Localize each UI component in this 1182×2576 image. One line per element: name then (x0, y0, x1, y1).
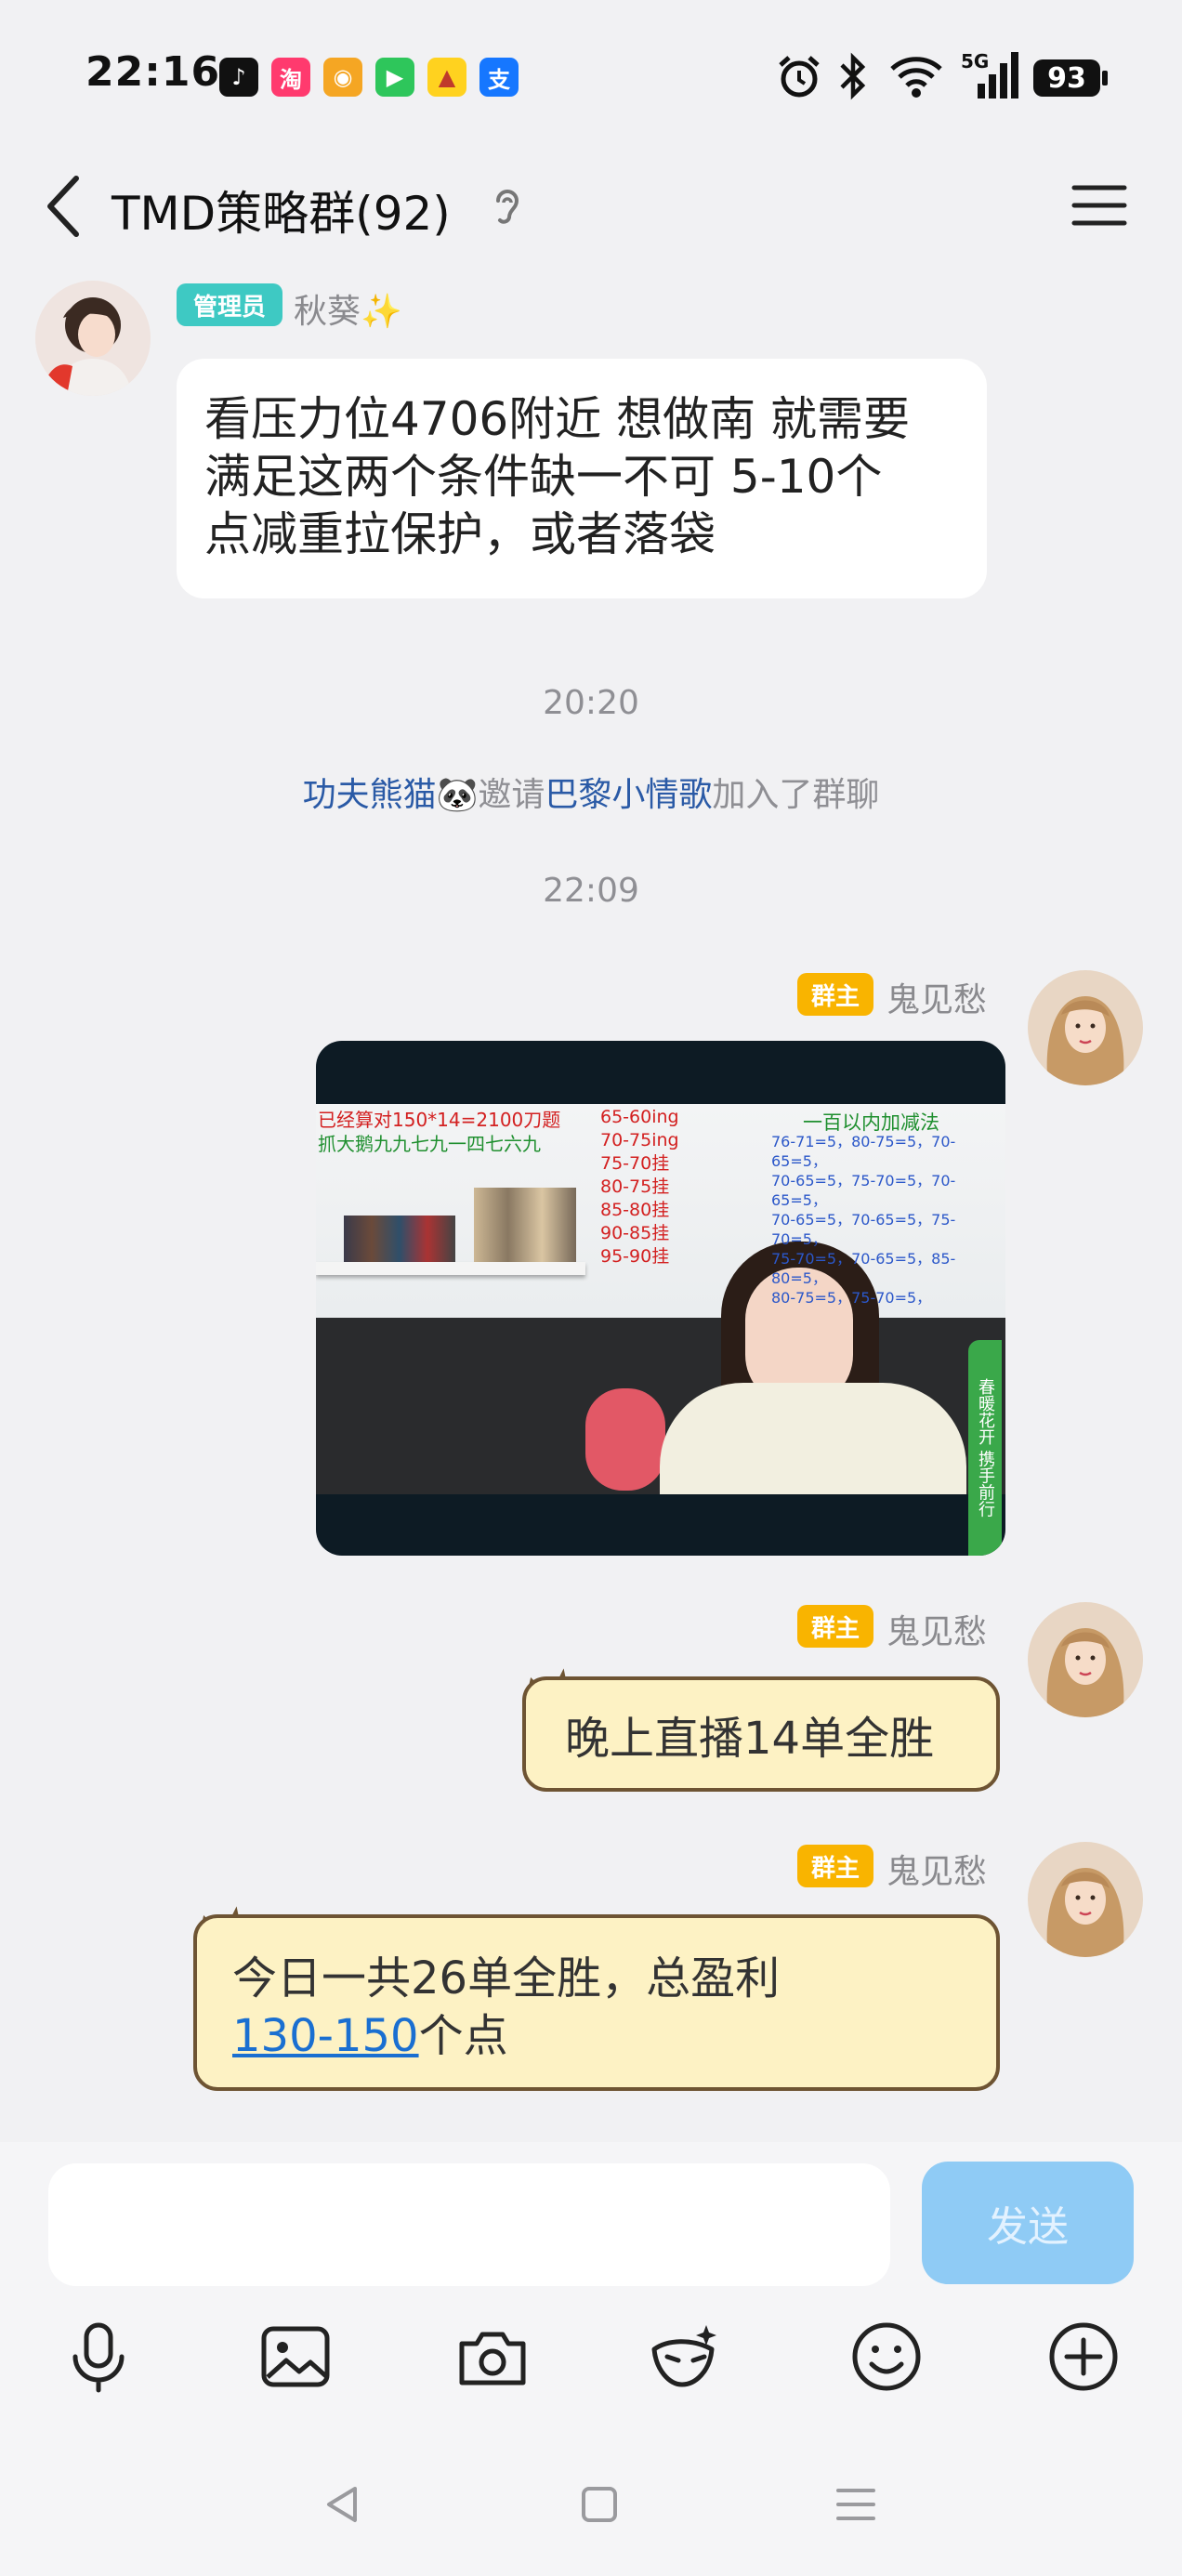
overlay-line: 85-80挂 (600, 1200, 670, 1220)
sender-name: 鬼见愁 (886, 981, 988, 1019)
avatar[interactable] (1028, 970, 1143, 1085)
overlay-line: 95-90挂 (600, 1246, 670, 1267)
emoji-icon[interactable] (842, 2312, 931, 2401)
network-type: 5G (961, 50, 990, 72)
books (344, 1216, 455, 1262)
weibo-icon: ◉ (323, 58, 362, 97)
admin-badge: 管理员 (177, 283, 282, 326)
camera-icon[interactable] (448, 2312, 537, 2401)
mask-effect-icon[interactable] (641, 2312, 730, 2401)
owner-badge: 群主 (797, 973, 873, 1016)
message-bubble[interactable]: 看压力位4706附近 想做南 就需要 满足这两个条件缺一不可 5-10个 点减重… (177, 359, 987, 598)
shared-image[interactable]: 已经算对150*14=2100刀题 抓大鹅九九七九一四七六九 65-60ing … (316, 1041, 1005, 1556)
menu-icon[interactable] (1069, 175, 1130, 236)
chat-title[interactable]: TMD策略群(92) (112, 177, 451, 243)
bluetooth-icon (834, 52, 872, 100)
overlay-line: 80-75挂 (600, 1176, 670, 1197)
overlay-line: 65-60ing (600, 1107, 679, 1127)
system-message: 功夫熊猫🐼邀请巴黎小情歌加入了群聊 (0, 768, 1182, 816)
plus-icon[interactable] (1039, 2312, 1128, 2401)
person-body (660, 1383, 966, 1494)
taobao-icon: 淘 (271, 58, 310, 97)
message-bubble[interactable]: 晚上直播14单全胜 (522, 1676, 1000, 1792)
message-text: 个点 (418, 2010, 508, 2062)
overlay-line: 80-75=5，75-70=5， (771, 1289, 932, 1307)
overlay-text-mid: 65-60ing 70-75ing 75-70挂 80-75挂 85-80挂 9… (600, 1106, 679, 1268)
back-icon[interactable] (37, 169, 93, 243)
overlay-line: 75-70挂 (600, 1153, 670, 1174)
message-line: 满足这两个条件缺一不可 5-10个 (204, 450, 883, 504)
overlay-line: 已经算对150*14=2100刀题 (318, 1109, 561, 1131)
system-action: 邀请 (478, 776, 545, 814)
sender-name: 鬼见愁 (886, 1853, 988, 1891)
message-line: 今日一共26单全胜，总盈利 (232, 1952, 781, 2004)
nav-home-icon[interactable] (567, 2472, 632, 2537)
owner-badge: 群主 (797, 1605, 873, 1648)
shelf (316, 1262, 585, 1275)
message-line: 看压力位4706附近 想做南 就需要 (204, 392, 911, 446)
message-text: 晚上直播14单全胜 (565, 1713, 935, 1765)
time-separator: 20:20 (543, 684, 639, 722)
invitee-link[interactable]: 巴黎小情歌 (545, 776, 712, 814)
send-button[interactable]: 发送 (922, 2162, 1134, 2284)
overlay-line: 抓大鹅九九七九一四七六九 (318, 1133, 541, 1155)
status-time: 22:16 (85, 48, 221, 96)
overlay-line: 70-65=5，70-65=5，75-70=5， (771, 1211, 956, 1248)
status-bar: 22:16 ♪ 淘 ◉ ▶ ▲ 支 5G 93 (0, 0, 1182, 149)
microphone-icon[interactable] (54, 2312, 143, 2401)
avatar[interactable] (1028, 1842, 1143, 1957)
battery-tip (1102, 71, 1108, 85)
system-suffix: 加入了群聊 (712, 776, 880, 814)
message-input[interactable] (48, 2163, 890, 2286)
overlay-line: 70-65=5，75-70=5，70-65=5， (771, 1172, 956, 1209)
overlay-line: 76-71=5，80-75=5，70-65=5， (771, 1133, 956, 1170)
wifi-icon (888, 54, 944, 99)
overlay-line: 75-70=5，70-65=5，85-80=5， (771, 1250, 956, 1287)
image-icon[interactable] (251, 2312, 340, 2401)
message-line: 点减重拉保护，或者落袋 (204, 507, 716, 561)
meituan-icon: ▲ (427, 58, 466, 97)
nav-recents-icon[interactable] (823, 2472, 888, 2537)
bottles (474, 1188, 576, 1262)
overlay-line: 90-85挂 (600, 1223, 670, 1243)
nav-back-icon[interactable] (310, 2472, 375, 2537)
inviter-link[interactable]: 功夫熊猫🐼 (303, 776, 479, 814)
overlay-text-left: 已经算对150*14=2100刀题 抓大鹅九九七九一四七六九 (318, 1108, 560, 1156)
battery-indicator: 93 (1033, 59, 1100, 97)
sender-name: 秋葵✨ (294, 293, 402, 331)
avatar[interactable] (35, 281, 151, 396)
alarm-icon (775, 52, 823, 100)
sender-name: 鬼见愁 (886, 1613, 988, 1651)
tiktok-icon: ♪ (219, 58, 258, 97)
alipay-icon: 支 (479, 58, 519, 97)
owner-badge: 群主 (797, 1845, 873, 1887)
number-link[interactable]: 130-150 (232, 2010, 419, 2062)
video-frame: 已经算对150*14=2100刀题 抓大鹅九九七九一四七六九 65-60ing … (316, 1104, 1005, 1494)
signal-icon: 5G (961, 50, 1018, 100)
side-banner: 春暖花开 携手前行 (968, 1340, 1002, 1556)
time-separator: 22:09 (543, 872, 639, 910)
overlay-line: 70-75ing (600, 1130, 679, 1150)
toy-bear (585, 1388, 665, 1491)
ear-icon[interactable] (491, 184, 524, 230)
overlay-text-right: 76-71=5，80-75=5，70-65=5， 70-65=5，75-70=5… (771, 1132, 1005, 1308)
iqiyi-icon: ▶ (375, 58, 414, 97)
message-bubble[interactable]: 今日一共26单全胜，总盈利 130-150个点 (193, 1914, 1000, 2091)
avatar[interactable] (1028, 1602, 1143, 1717)
